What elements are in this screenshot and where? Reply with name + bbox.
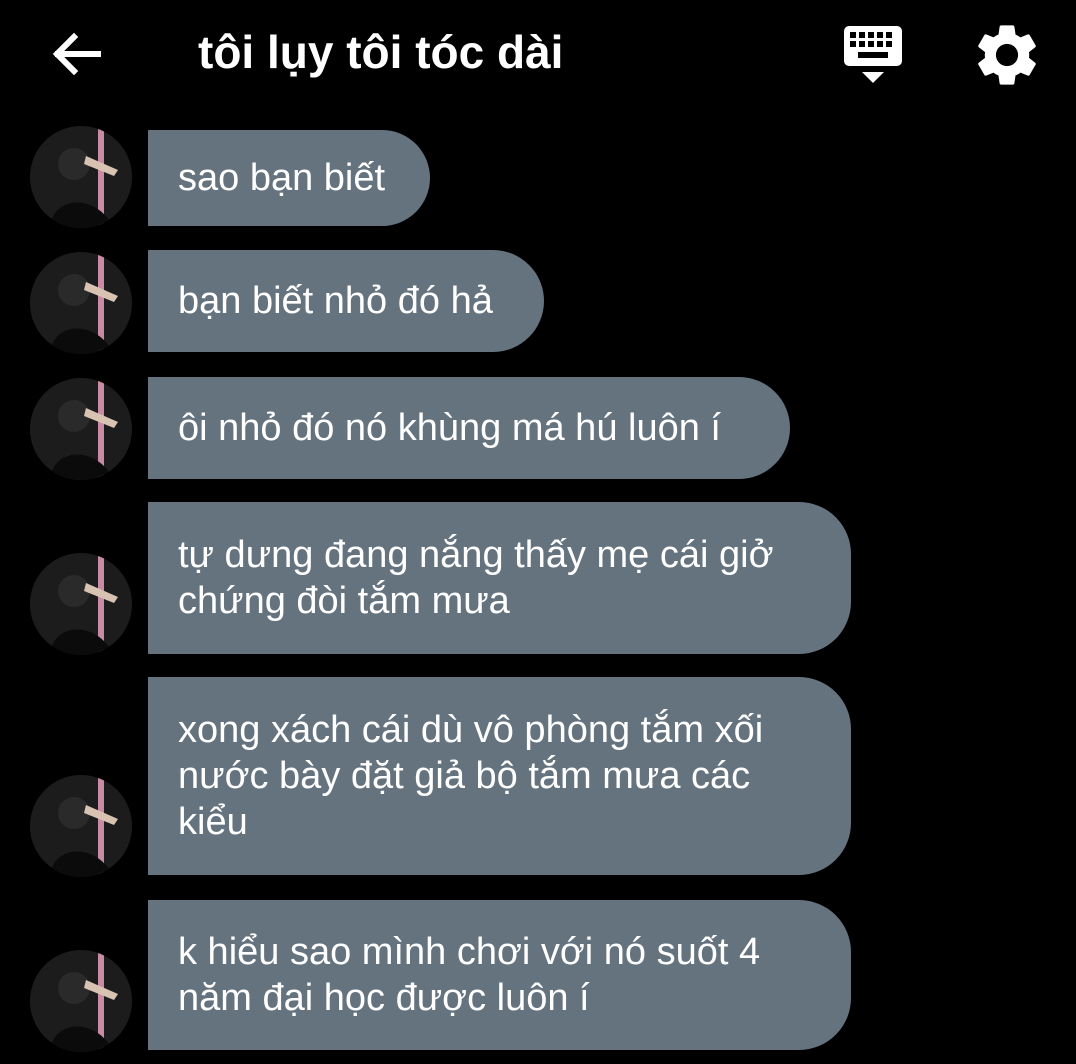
message-bubble: k hiểu sao mình chơi với nó suốt 4 năm đ… (148, 900, 851, 1050)
message-bubble: tự dưng đang nắng thấy mẹ cái giở chứng … (148, 502, 851, 654)
message-text: tự dưng đang nắng thấy mẹ cái giở chứng … (178, 534, 774, 622)
message-text: sao bạn biết (178, 157, 386, 199)
message-text: bạn biết nhỏ đó hả (178, 280, 493, 322)
message-text: ôi nhỏ đó nó khùng má hú luôn í (178, 407, 721, 449)
message-text: k hiểu sao mình chơi với nó suốt 4 năm đ… (178, 931, 761, 1019)
avatar[interactable] (30, 252, 132, 354)
avatar[interactable] (30, 775, 132, 877)
message-text: xong xách cái dù vô phòng tắm xối nước b… (178, 709, 764, 843)
message-bubble: bạn biết nhỏ đó hả (148, 250, 544, 352)
avatar[interactable] (30, 553, 132, 655)
message-bubble: xong xách cái dù vô phòng tắm xối nước b… (148, 677, 851, 875)
message-bubble: ôi nhỏ đó nó khùng má hú luôn í (148, 377, 790, 479)
message-list: sao bạn biết bạn biết nhỏ đó hả ôi nhỏ đ… (0, 0, 1076, 1064)
message-bubble: sao bạn biết (148, 130, 430, 226)
avatar[interactable] (30, 126, 132, 228)
avatar[interactable] (30, 378, 132, 480)
avatar[interactable] (30, 950, 132, 1052)
